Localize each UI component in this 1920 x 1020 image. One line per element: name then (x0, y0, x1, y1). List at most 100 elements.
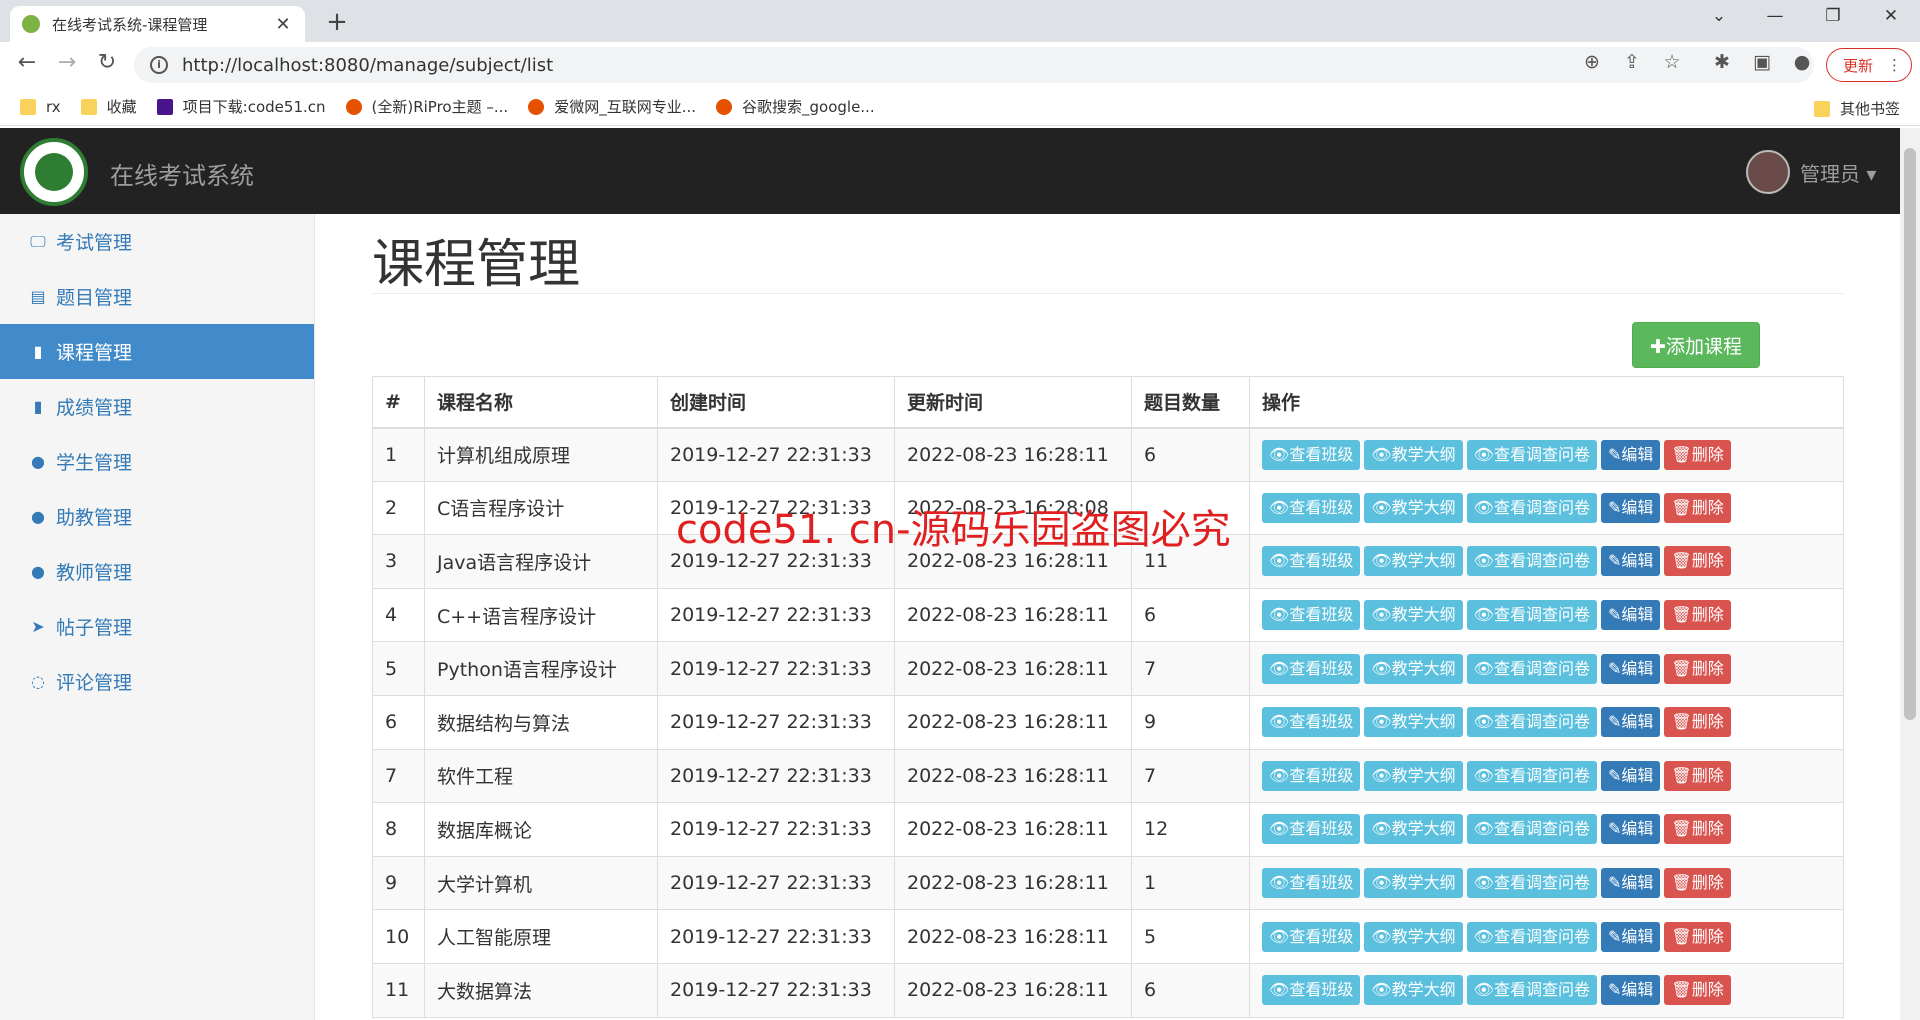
edit-button[interactable]: ✎编辑 (1600, 868, 1661, 899)
view-class-button[interactable]: 👁查看班级 (1262, 814, 1361, 845)
delete-button[interactable]: 🗑删除 (1664, 760, 1731, 791)
view-survey-button[interactable]: 👁查看调查问卷 (1466, 546, 1597, 577)
minimize-button[interactable]: — (1750, 6, 1800, 26)
view-class-button[interactable]: 👁查看班级 (1262, 546, 1361, 577)
view-survey-button[interactable]: 👁查看调查问卷 (1466, 921, 1597, 952)
view-class-button[interactable]: 👁查看班级 (1262, 975, 1361, 1006)
edit-button[interactable]: ✎编辑 (1600, 921, 1661, 952)
view-class-button[interactable]: 👁查看班级 (1262, 492, 1361, 523)
forward-icon[interactable]: → (52, 50, 82, 75)
syllabus-button[interactable]: 👁教学大纲 (1364, 492, 1463, 523)
bookmark-star-icon[interactable]: ☆ (1658, 51, 1686, 73)
share-icon[interactable]: ⇪ (1618, 51, 1646, 73)
reload-icon[interactable]: ↻ (92, 50, 122, 75)
zoom-icon[interactable]: ⊕ (1578, 51, 1606, 73)
scrollbar-thumb[interactable] (1904, 148, 1916, 720)
syllabus-button[interactable]: 👁教学大纲 (1364, 921, 1463, 952)
sidebar-item[interactable]: ▮ 课程管理 (0, 324, 314, 379)
sidebar-item[interactable]: ▮ 成绩管理 (0, 379, 314, 434)
new-tab-button[interactable]: + (322, 7, 352, 37)
update-button[interactable]: 更新 ⋮ (1826, 48, 1912, 82)
bookmark-item[interactable]: 项目下载:code51.cn (156, 96, 326, 117)
bookmark-item[interactable]: rx (20, 98, 61, 116)
sidebar-item[interactable]: ➤ 帖子管理 (0, 599, 314, 654)
view-class-button[interactable]: 👁查看班级 (1262, 600, 1361, 631)
profile-icon[interactable]: ● (1788, 51, 1816, 73)
tab-search-icon[interactable]: ⌄ (1694, 6, 1744, 26)
edit-button[interactable]: ✎编辑 (1600, 546, 1661, 577)
syllabus-button[interactable]: 👁教学大纲 (1364, 600, 1463, 631)
view-survey-button[interactable]: 👁查看调查问卷 (1466, 814, 1597, 845)
close-window-button[interactable]: ✕ (1866, 6, 1916, 26)
scrollbar[interactable] (1900, 128, 1920, 1020)
delete-button[interactable]: 🗑删除 (1664, 439, 1731, 470)
delete-button[interactable]: 🗑删除 (1664, 546, 1731, 577)
view-survey-button[interactable]: 👁查看调查问卷 (1466, 868, 1597, 899)
extensions-icon[interactable]: ✱ (1708, 51, 1736, 73)
syllabus-button[interactable]: 👁教学大纲 (1364, 868, 1463, 899)
view-survey-button[interactable]: 👁查看调查问卷 (1466, 707, 1597, 738)
table-row: 4 C++语言程序设计 2019-12-27 22:31:33 2022-08-23 … (372, 587, 1844, 643)
browser-tab[interactable]: 在线考试系统-课程管理 ✕ (10, 6, 305, 42)
view-class-button[interactable]: 👁查看班级 (1262, 439, 1361, 470)
sidebar-item[interactable]: ● 教师管理 (0, 544, 314, 599)
view-class-button[interactable]: 👁查看班级 (1262, 653, 1361, 684)
edit-button[interactable]: ✎编辑 (1600, 760, 1661, 791)
syllabus-button[interactable]: 👁教学大纲 (1364, 760, 1463, 791)
delete-button[interactable]: 🗑删除 (1664, 975, 1731, 1006)
syllabus-button[interactable]: 👁教学大纲 (1364, 707, 1463, 738)
delete-button[interactable]: 🗑删除 (1664, 653, 1731, 684)
delete-button[interactable]: 🗑删除 (1664, 707, 1731, 738)
view-class-button[interactable]: 👁查看班级 (1262, 707, 1361, 738)
syllabus-button[interactable]: 👁教学大纲 (1364, 814, 1463, 845)
logo[interactable] (20, 138, 88, 206)
bookmark-item[interactable]: (全新)RiPro主题 –... (345, 96, 508, 117)
bookmark-item[interactable]: 爱微网_互联网专业... (528, 96, 696, 117)
syllabus-button[interactable]: 👁教学大纲 (1364, 546, 1463, 577)
address-bar[interactable]: i http://localhost:8080/manage/subject/l… (134, 47, 1814, 83)
edit-button[interactable]: ✎编辑 (1600, 492, 1661, 523)
view-survey-button[interactable]: 👁查看调查问卷 (1466, 653, 1597, 684)
edit-button[interactable]: ✎编辑 (1600, 439, 1661, 470)
back-icon[interactable]: ← (12, 50, 42, 75)
edit-button[interactable]: ✎编辑 (1600, 600, 1661, 631)
syllabus-button[interactable]: 👁教学大纲 (1364, 975, 1463, 1006)
sidebar-item[interactable]: ● 学生管理 (0, 434, 314, 489)
side-panel-icon[interactable]: ▣ (1748, 51, 1776, 73)
close-tab-icon[interactable]: ✕ (273, 14, 293, 35)
edit-button[interactable]: ✎编辑 (1600, 653, 1661, 684)
delete-button[interactable]: 🗑删除 (1664, 868, 1731, 899)
view-survey-button[interactable]: 👁查看调查问卷 (1466, 600, 1597, 631)
delete-button[interactable]: 🗑删除 (1664, 600, 1731, 631)
sidebar-item[interactable]: ▤ 题目管理 (0, 269, 314, 324)
edit-button[interactable]: ✎编辑 (1600, 707, 1661, 738)
syllabus-button[interactable]: 👁教学大纲 (1364, 439, 1463, 470)
view-survey-button[interactable]: 👁查看调查问卷 (1466, 760, 1597, 791)
sidebar-item[interactable]: 🖵 考试管理 (0, 214, 314, 269)
avatar[interactable] (1746, 150, 1790, 194)
brand-title[interactable]: 在线考试系统 (110, 156, 254, 191)
restore-button[interactable]: ❐ (1808, 6, 1858, 26)
view-class-button[interactable]: 👁查看班级 (1262, 868, 1361, 899)
bookmark-item[interactable]: 收藏 (80, 96, 137, 117)
syllabus-button[interactable]: 👁教学大纲 (1364, 653, 1463, 684)
view-class-button[interactable]: 👁查看班级 (1262, 760, 1361, 791)
table-row: 9 大学计算机 2019-12-27 22:31:33 2022-08-23 16:2… (372, 855, 1844, 911)
view-survey-button[interactable]: 👁查看调查问卷 (1466, 439, 1597, 470)
add-course-button[interactable]: ✚添加课程 (1632, 322, 1760, 368)
edit-button[interactable]: ✎编辑 (1600, 814, 1661, 845)
bookmark-item[interactable]: 谷歌搜索_google... (716, 96, 875, 117)
user-menu[interactable]: 管理员 ▾ (1800, 158, 1876, 187)
delete-button[interactable]: 🗑删除 (1664, 814, 1731, 845)
view-class-button[interactable]: 👁查看班级 (1262, 921, 1361, 952)
sidebar-item[interactable]: ◌ 评论管理 (0, 654, 314, 709)
cell-name: 数据库概论 (424, 802, 658, 857)
edit-button[interactable]: ✎编辑 (1600, 975, 1661, 1006)
delete-button[interactable]: 🗑删除 (1664, 492, 1731, 523)
delete-button[interactable]: 🗑删除 (1664, 921, 1731, 952)
other-bookmarks[interactable]: 其他书签 (1813, 98, 1900, 119)
view-survey-button[interactable]: 👁查看调查问卷 (1466, 975, 1597, 1006)
info-icon[interactable]: i (150, 56, 168, 74)
sidebar-item[interactable]: ● 助教管理 (0, 489, 314, 544)
view-survey-button[interactable]: 👁查看调查问卷 (1466, 492, 1597, 523)
